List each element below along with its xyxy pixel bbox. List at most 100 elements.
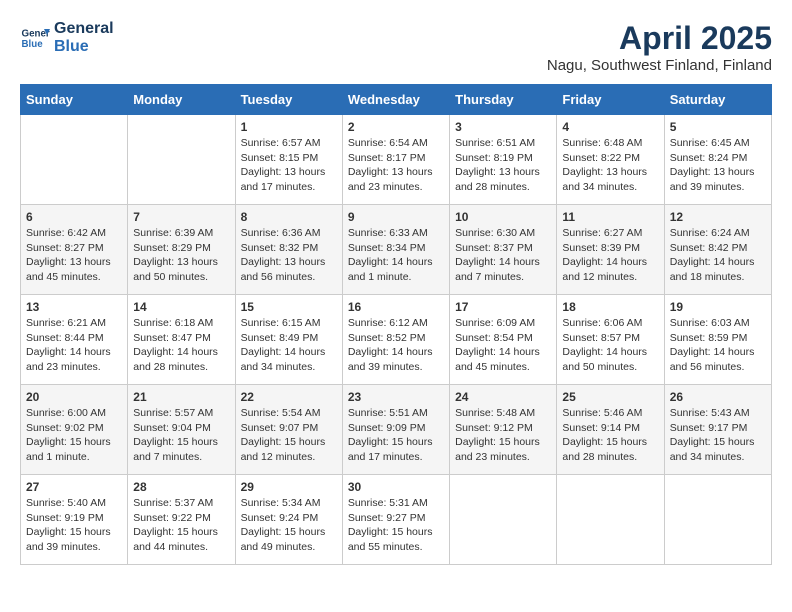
calendar-cell: 15 Sunrise: 6:15 AMSunset: 8:49 PMDayligh…: [235, 295, 342, 385]
day-number: 19: [670, 300, 766, 314]
calendar-week-row: 1 Sunrise: 6:57 AMSunset: 8:15 PMDaylight…: [21, 115, 772, 205]
calendar-cell: [664, 475, 771, 565]
day-number: 8: [241, 210, 337, 224]
day-number: 27: [26, 480, 122, 494]
calendar-cell: 5 Sunrise: 6:45 AMSunset: 8:24 PMDaylight…: [664, 115, 771, 205]
day-info: Sunrise: 6:36 AMSunset: 8:32 PMDaylight:…: [241, 226, 337, 285]
calendar-cell: [450, 475, 557, 565]
calendar-cell: 16Sunrise: 6:12 AMSunset: 8:52 PMDayligh…: [342, 295, 449, 385]
month-title: April 2025: [547, 20, 772, 57]
calendar-cell: 18Sunrise: 6:06 AMSunset: 8:57 PMDayligh…: [557, 295, 664, 385]
day-number: 7: [133, 210, 229, 224]
day-info: Sunrise: 6:33 AMSunset: 8:34 PMDaylight:…: [348, 226, 444, 285]
day-number: 26: [670, 390, 766, 404]
day-number: 2: [348, 120, 444, 134]
calendar-cell: 10 Sunrise: 6:30 AMSunset: 8:37 PMDayligh…: [450, 205, 557, 295]
calendar-cell: 25Sunrise: 5:46 AMSunset: 9:14 PMDayligh…: [557, 385, 664, 475]
day-info: Sunrise: 5:34 AMSunset: 9:24 PMDaylight:…: [241, 496, 337, 555]
calendar-cell: 7 Sunrise: 6:39 AMSunset: 8:29 PMDaylight…: [128, 205, 235, 295]
day-number: 15: [241, 300, 337, 314]
calendar-cell: 3 Sunrise: 6:51 AMSunset: 8:19 PMDaylight…: [450, 115, 557, 205]
day-number: 11: [562, 210, 658, 224]
day-info: Sunrise: 5:31 AMSunset: 9:27 PMDaylight:…: [348, 496, 444, 555]
calendar-week-row: 6 Sunrise: 6:42 AMSunset: 8:27 PMDaylight…: [21, 205, 772, 295]
calendar-week-row: 13Sunrise: 6:21 AMSunset: 8:44 PMDayligh…: [21, 295, 772, 385]
day-info: Sunrise: 6:39 AMSunset: 8:29 PMDaylight:…: [133, 226, 229, 285]
day-number: 24: [455, 390, 551, 404]
calendar-cell: 28Sunrise: 5:37 AMSunset: 9:22 PMDayligh…: [128, 475, 235, 565]
day-info: Sunrise: 6:54 AMSunset: 8:17 PMDaylight:…: [348, 136, 444, 195]
title-block: April 2025 Nagu, Southwest Finland, Finl…: [547, 20, 772, 74]
day-info: Sunrise: 6:12 AMSunset: 8:52 PMDaylight:…: [348, 316, 444, 375]
calendar-cell: 9 Sunrise: 6:33 AMSunset: 8:34 PMDaylight…: [342, 205, 449, 295]
calendar-cell: 6 Sunrise: 6:42 AMSunset: 8:27 PMDaylight…: [21, 205, 128, 295]
col-header-tuesday: Tuesday: [235, 85, 342, 115]
day-info: Sunrise: 6:06 AMSunset: 8:57 PMDaylight:…: [562, 316, 658, 375]
calendar-cell: [557, 475, 664, 565]
calendar-cell: 30 Sunrise: 5:31 AMSunset: 9:27 PMDayligh…: [342, 475, 449, 565]
calendar-cell: 29Sunrise: 5:34 AMSunset: 9:24 PMDayligh…: [235, 475, 342, 565]
col-header-friday: Friday: [557, 85, 664, 115]
calendar-table: SundayMondayTuesdayWednesdayThursdayFrid…: [20, 84, 772, 565]
logo-blue: Blue: [54, 38, 114, 56]
day-number: 3: [455, 120, 551, 134]
svg-text:Blue: Blue: [22, 39, 44, 50]
day-info: Sunrise: 5:54 AMSunset: 9:07 PMDaylight:…: [241, 406, 337, 465]
day-number: 23: [348, 390, 444, 404]
calendar-week-row: 27 Sunrise: 5:40 AMSunset: 9:19 PMDayligh…: [21, 475, 772, 565]
col-header-saturday: Saturday: [664, 85, 771, 115]
day-info: Sunrise: 6:42 AMSunset: 8:27 PMDaylight:…: [26, 226, 122, 285]
day-number: 10: [455, 210, 551, 224]
day-info: Sunrise: 5:57 AMSunset: 9:04 PMDaylight:…: [133, 406, 229, 465]
logo-icon: General Blue: [20, 23, 50, 53]
calendar-cell: 1 Sunrise: 6:57 AMSunset: 8:15 PMDaylight…: [235, 115, 342, 205]
day-info: Sunrise: 5:51 AMSunset: 9:09 PMDaylight:…: [348, 406, 444, 465]
day-number: 12: [670, 210, 766, 224]
col-header-thursday: Thursday: [450, 85, 557, 115]
calendar-cell: 13Sunrise: 6:21 AMSunset: 8:44 PMDayligh…: [21, 295, 128, 385]
calendar-cell: [21, 115, 128, 205]
col-header-monday: Monday: [128, 85, 235, 115]
calendar-cell: 22 Sunrise: 5:54 AMSunset: 9:07 PMDayligh…: [235, 385, 342, 475]
day-number: 6: [26, 210, 122, 224]
day-number: 9: [348, 210, 444, 224]
day-info: Sunrise: 6:24 AMSunset: 8:42 PMDaylight:…: [670, 226, 766, 285]
col-header-wednesday: Wednesday: [342, 85, 449, 115]
calendar-cell: 12 Sunrise: 6:24 AMSunset: 8:42 PMDayligh…: [664, 205, 771, 295]
day-info: Sunrise: 6:21 AMSunset: 8:44 PMDaylight:…: [26, 316, 122, 375]
calendar-cell: 8 Sunrise: 6:36 AMSunset: 8:32 PMDaylight…: [235, 205, 342, 295]
day-info: Sunrise: 6:09 AMSunset: 8:54 PMDaylight:…: [455, 316, 551, 375]
logo: General Blue General Blue: [20, 20, 114, 55]
day-info: Sunrise: 5:48 AMSunset: 9:12 PMDaylight:…: [455, 406, 551, 465]
calendar-cell: 26Sunrise: 5:43 AMSunset: 9:17 PMDayligh…: [664, 385, 771, 475]
day-number: 1: [241, 120, 337, 134]
day-info: Sunrise: 6:27 AMSunset: 8:39 PMDaylight:…: [562, 226, 658, 285]
day-number: 5: [670, 120, 766, 134]
day-info: Sunrise: 6:18 AMSunset: 8:47 PMDaylight:…: [133, 316, 229, 375]
day-info: Sunrise: 6:51 AMSunset: 8:19 PMDaylight:…: [455, 136, 551, 195]
day-number: 21: [133, 390, 229, 404]
calendar-cell: 19Sunrise: 6:03 AMSunset: 8:59 PMDayligh…: [664, 295, 771, 385]
day-number: 14: [133, 300, 229, 314]
calendar-week-row: 20Sunrise: 6:00 AMSunset: 9:02 PMDayligh…: [21, 385, 772, 475]
location: Nagu, Southwest Finland, Finland: [547, 57, 772, 74]
calendar-header-row: SundayMondayTuesdayWednesdayThursdayFrid…: [21, 85, 772, 115]
calendar-cell: 11 Sunrise: 6:27 AMSunset: 8:39 PMDayligh…: [557, 205, 664, 295]
day-number: 30: [348, 480, 444, 494]
day-info: Sunrise: 6:30 AMSunset: 8:37 PMDaylight:…: [455, 226, 551, 285]
calendar-cell: 14 Sunrise: 6:18 AMSunset: 8:47 PMDayligh…: [128, 295, 235, 385]
calendar-cell: 20Sunrise: 6:00 AMSunset: 9:02 PMDayligh…: [21, 385, 128, 475]
day-info: Sunrise: 6:57 AMSunset: 8:15 PMDaylight:…: [241, 136, 337, 195]
day-number: 17: [455, 300, 551, 314]
day-info: Sunrise: 6:48 AMSunset: 8:22 PMDaylight:…: [562, 136, 658, 195]
page-header: General Blue General Blue April 2025 Nag…: [20, 20, 772, 74]
day-info: Sunrise: 5:40 AMSunset: 9:19 PMDaylight:…: [26, 496, 122, 555]
day-number: 22: [241, 390, 337, 404]
calendar-cell: 27 Sunrise: 5:40 AMSunset: 9:19 PMDayligh…: [21, 475, 128, 565]
day-number: 25: [562, 390, 658, 404]
calendar-cell: 21 Sunrise: 5:57 AMSunset: 9:04 PMDayligh…: [128, 385, 235, 475]
calendar-cell: 17 Sunrise: 6:09 AMSunset: 8:54 PMDayligh…: [450, 295, 557, 385]
logo-general: General: [54, 20, 114, 38]
day-info: Sunrise: 6:45 AMSunset: 8:24 PMDaylight:…: [670, 136, 766, 195]
day-info: Sunrise: 6:15 AMSunset: 8:49 PMDaylight:…: [241, 316, 337, 375]
